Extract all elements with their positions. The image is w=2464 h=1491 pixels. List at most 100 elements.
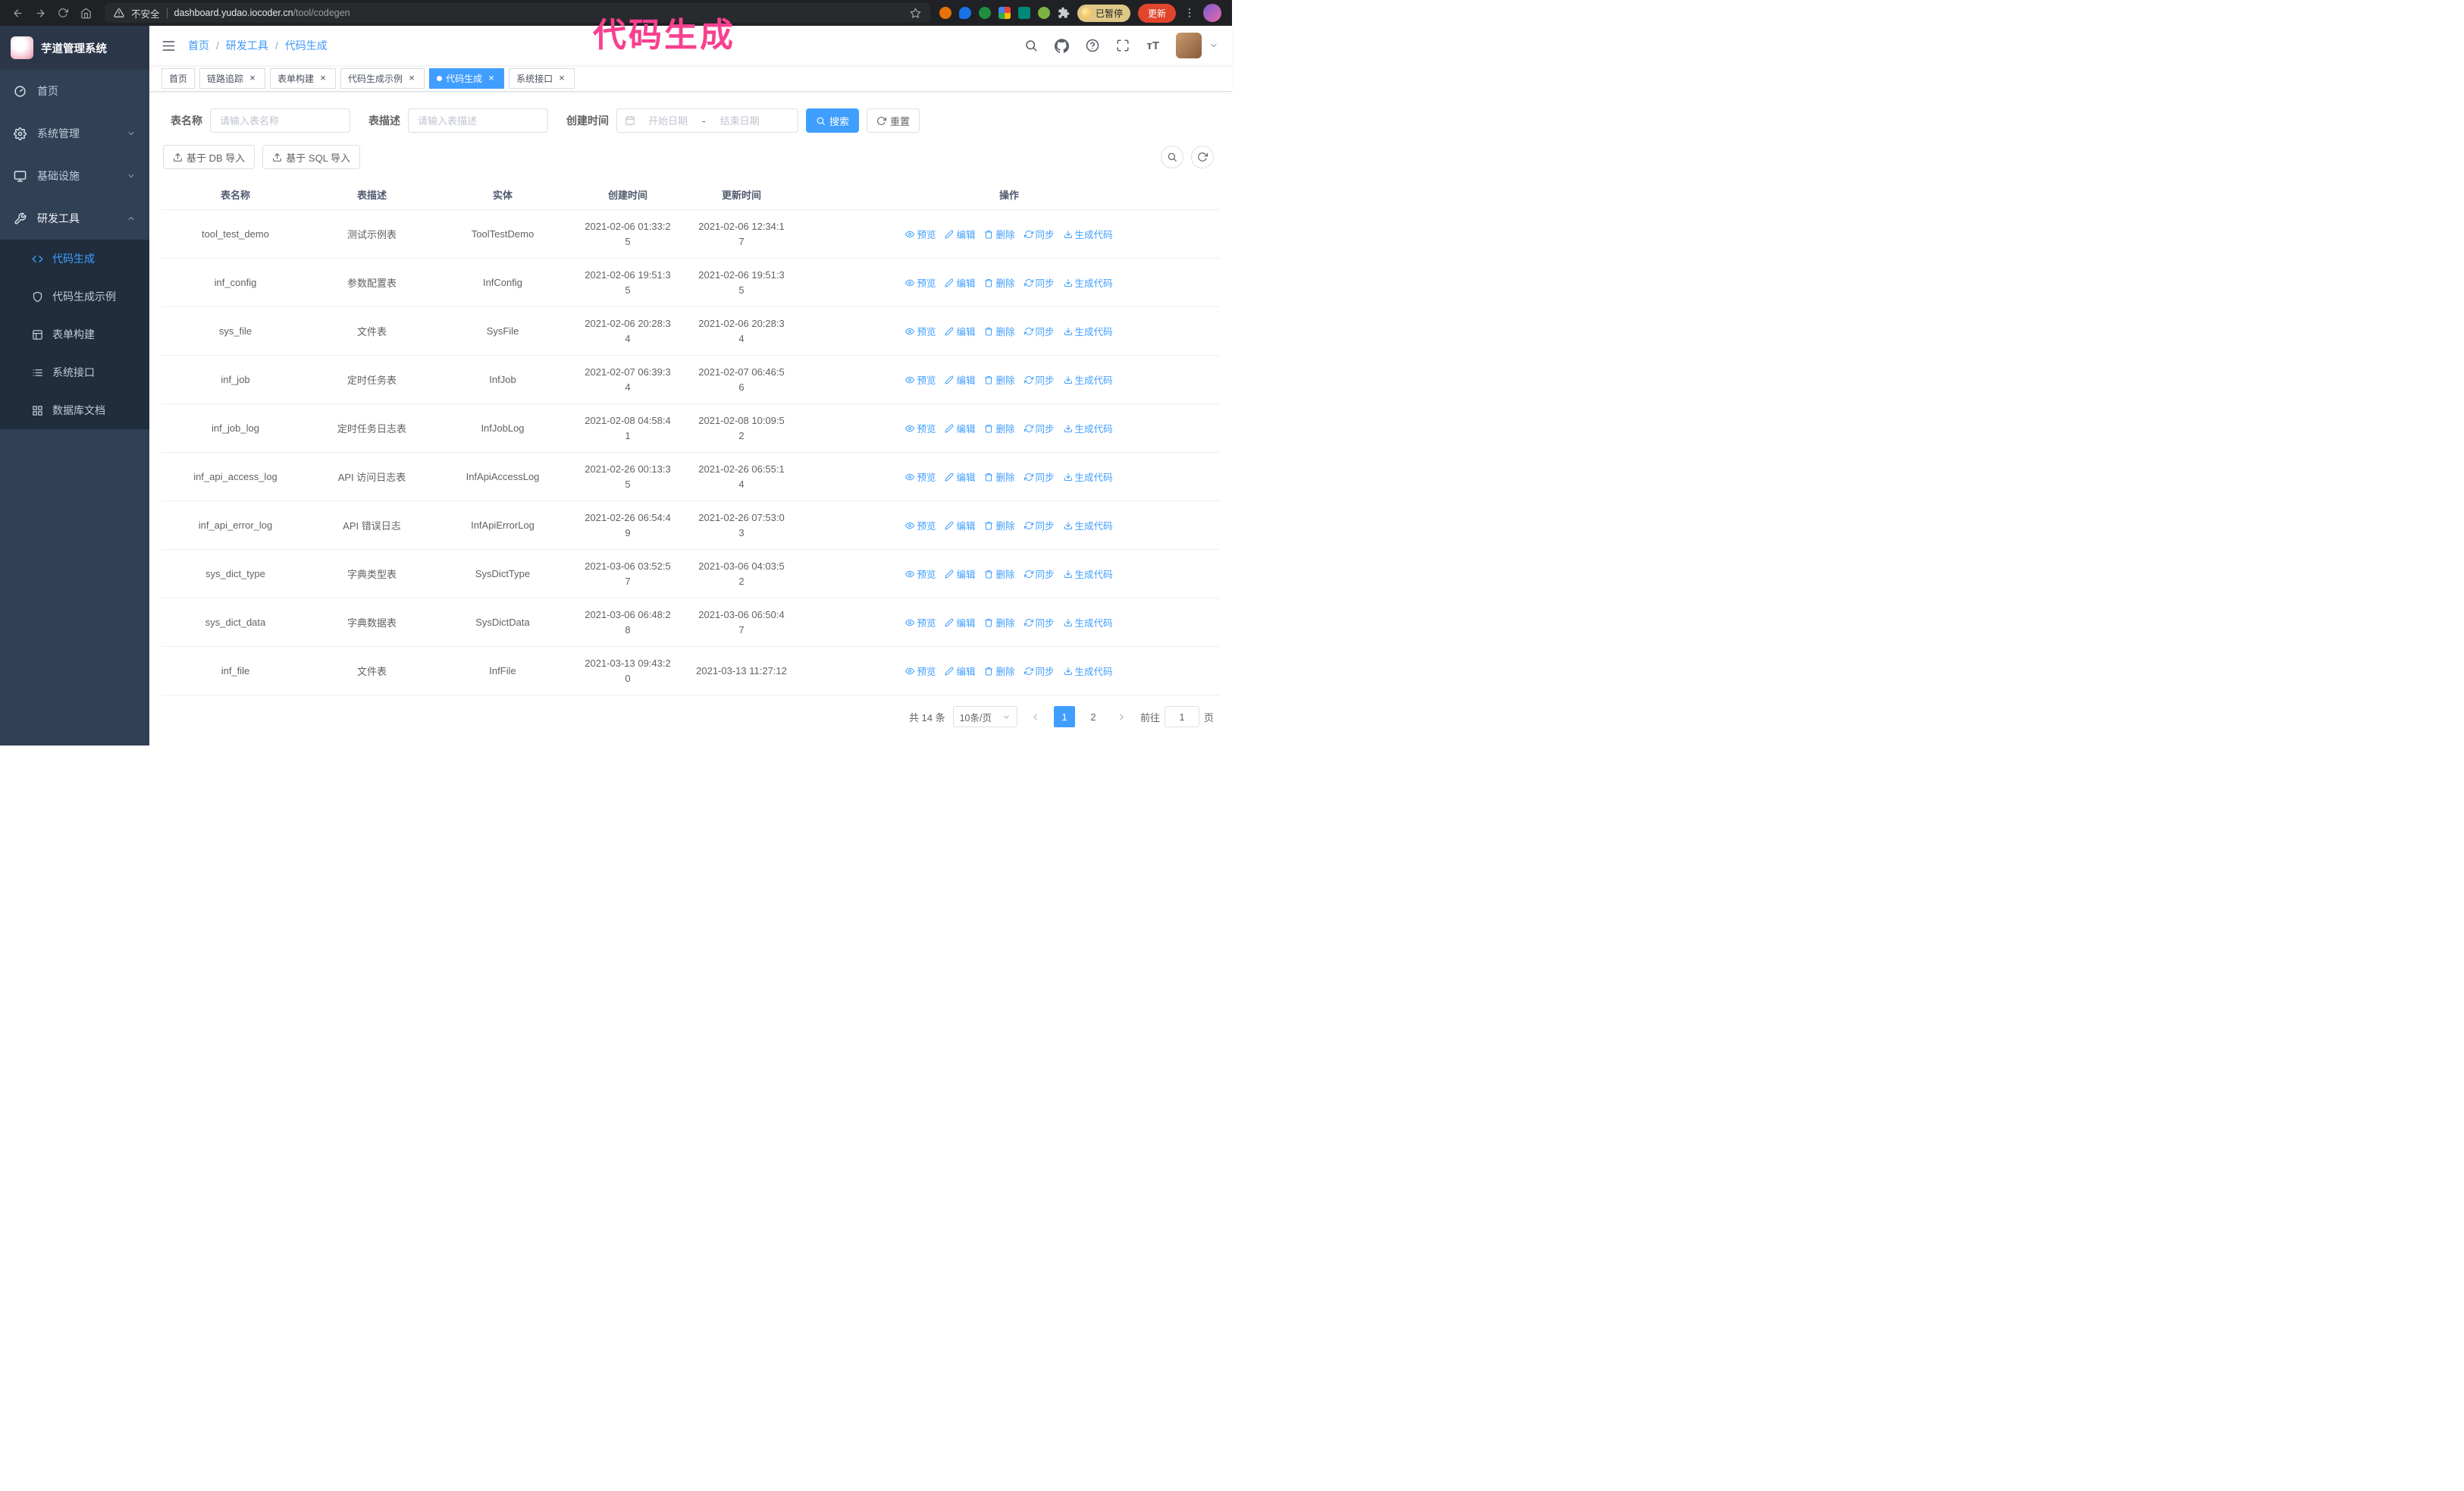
close-icon[interactable] — [556, 73, 567, 83]
browser-forward-button[interactable] — [30, 3, 50, 23]
sidebar-item-form-builder[interactable]: 表单构建 — [0, 315, 149, 353]
sidebar-item-codegen[interactable]: 代码生成 — [0, 240, 149, 278]
delete-link[interactable]: 删除 — [984, 615, 1015, 629]
table-desc-input[interactable] — [408, 108, 548, 133]
tab-system-api[interactable]: 系统接口 — [509, 67, 575, 89]
end-date-input[interactable] — [710, 115, 770, 127]
address-bar[interactable]: 不安全 dashboard.yudao.iocoder.cn/tool/code… — [105, 3, 930, 23]
tab-codegen-example[interactable]: 代码生成示例 — [340, 67, 425, 89]
sync-link[interactable]: 同步 — [1024, 372, 1055, 387]
edit-link[interactable]: 编辑 — [945, 275, 975, 290]
sidebar-item-system-api[interactable]: 系统接口 — [0, 353, 149, 391]
extension-icon-5[interactable] — [1017, 7, 1030, 19]
preview-link[interactable]: 预览 — [905, 664, 936, 678]
delete-link[interactable]: 删除 — [984, 567, 1015, 581]
extension-icon-2[interactable] — [958, 7, 971, 19]
sidebar-item-home[interactable]: 首页 — [0, 70, 149, 112]
extension-icon-6[interactable] — [1037, 7, 1050, 19]
table-name-input[interactable] — [210, 108, 350, 133]
delete-link[interactable]: 删除 — [984, 275, 1015, 290]
github-icon[interactable] — [1055, 39, 1069, 53]
preview-link[interactable]: 预览 — [905, 227, 936, 241]
generate-code-link[interactable]: 生成代码 — [1064, 615, 1113, 629]
tab-tracing[interactable]: 链路追踪 — [199, 67, 266, 89]
edit-link[interactable]: 编辑 — [945, 469, 975, 484]
goto-page-input[interactable] — [1164, 706, 1199, 727]
preview-link[interactable]: 预览 — [905, 567, 936, 581]
delete-link[interactable]: 删除 — [984, 664, 1015, 678]
sync-link[interactable]: 同步 — [1024, 227, 1055, 241]
edit-link[interactable]: 编辑 — [945, 615, 975, 629]
font-size-icon[interactable]: тТ — [1146, 39, 1159, 52]
sidebar-item-system-admin[interactable]: 系统管理 — [0, 112, 149, 155]
generate-code-link[interactable]: 生成代码 — [1064, 324, 1113, 338]
preview-link[interactable]: 预览 — [905, 324, 936, 338]
edit-link[interactable]: 编辑 — [945, 664, 975, 678]
fullscreen-icon[interactable] — [1116, 39, 1130, 52]
generate-code-link[interactable]: 生成代码 — [1064, 421, 1113, 435]
extensions-puzzle-icon[interactable] — [1058, 7, 1070, 19]
import-sql-button[interactable]: 基于 SQL 导入 — [262, 145, 361, 169]
hamburger-icon[interactable] — [149, 26, 188, 65]
breadcrumb-home[interactable]: 首页 — [188, 38, 226, 53]
sync-link[interactable]: 同步 — [1024, 324, 1055, 338]
close-icon[interactable] — [318, 73, 328, 83]
sync-link[interactable]: 同步 — [1024, 275, 1055, 290]
sync-link[interactable]: 同步 — [1024, 469, 1055, 484]
breadcrumb-dev-tools[interactable]: 研发工具 — [226, 38, 285, 53]
import-db-button[interactable]: 基于 DB 导入 — [163, 145, 255, 169]
page-button-2[interactable]: 2 — [1083, 706, 1104, 727]
bookmark-star-icon[interactable] — [910, 8, 921, 19]
preview-link[interactable]: 预览 — [905, 518, 936, 532]
browser-reload-button[interactable] — [53, 3, 73, 23]
browser-home-button[interactable] — [76, 3, 96, 23]
generate-code-link[interactable]: 生成代码 — [1064, 518, 1113, 532]
delete-link[interactable]: 删除 — [984, 227, 1015, 241]
reset-button[interactable]: 重置 — [867, 108, 920, 133]
sync-link[interactable]: 同步 — [1024, 421, 1055, 435]
logo[interactable]: 芋道管理系统 — [0, 26, 149, 70]
extension-icon-4[interactable] — [998, 7, 1011, 19]
preview-link[interactable]: 预览 — [905, 469, 936, 484]
edit-link[interactable]: 编辑 — [945, 324, 975, 338]
tab-home[interactable]: 首页 — [161, 67, 196, 89]
tab-codegen[interactable]: 代码生成 — [429, 67, 505, 89]
generate-code-link[interactable]: 生成代码 — [1064, 275, 1113, 290]
next-page-button[interactable] — [1111, 706, 1133, 727]
start-date-input[interactable] — [638, 115, 698, 127]
search-button[interactable]: 搜索 — [806, 108, 860, 133]
sync-link[interactable]: 同步 — [1024, 567, 1055, 581]
delete-link[interactable]: 删除 — [984, 324, 1015, 338]
edit-link[interactable]: 编辑 — [945, 518, 975, 532]
generate-code-link[interactable]: 生成代码 — [1064, 469, 1113, 484]
browser-menu-icon[interactable] — [1183, 7, 1196, 19]
close-icon[interactable] — [486, 73, 497, 83]
browser-update-button[interactable]: 更新 — [1137, 3, 1176, 23]
sidebar-item-dev-tools[interactable]: 研发工具 — [0, 197, 149, 240]
delete-link[interactable]: 删除 — [984, 421, 1015, 435]
sidebar-item-codegen-example[interactable]: 代码生成示例 — [0, 278, 149, 315]
date-range-picker[interactable]: - — [616, 108, 798, 133]
generate-code-link[interactable]: 生成代码 — [1064, 567, 1113, 581]
preview-link[interactable]: 预览 — [905, 421, 936, 435]
sidebar-item-infrastructure[interactable]: 基础设施 — [0, 155, 149, 197]
edit-link[interactable]: 编辑 — [945, 421, 975, 435]
tab-form-builder[interactable]: 表单构建 — [270, 67, 337, 89]
help-icon[interactable] — [1086, 39, 1099, 52]
delete-link[interactable]: 删除 — [984, 372, 1015, 387]
extension-icon-3[interactable] — [978, 7, 991, 19]
delete-link[interactable]: 删除 — [984, 518, 1015, 532]
preview-link[interactable]: 预览 — [905, 372, 936, 387]
edit-link[interactable]: 编辑 — [945, 567, 975, 581]
preview-link[interactable]: 预览 — [905, 615, 936, 629]
generate-code-link[interactable]: 生成代码 — [1064, 664, 1113, 678]
search-icon[interactable] — [1024, 39, 1038, 52]
sync-link[interactable]: 同步 — [1024, 664, 1055, 678]
sync-link[interactable]: 同步 — [1024, 615, 1055, 629]
profile-paused-badge[interactable]: 已暂停 — [1077, 4, 1130, 22]
refresh-table-button[interactable] — [1191, 146, 1214, 168]
close-icon[interactable] — [247, 73, 258, 83]
browser-back-button[interactable] — [8, 3, 27, 23]
preview-link[interactable]: 预览 — [905, 275, 936, 290]
browser-profile-avatar[interactable] — [1203, 4, 1221, 22]
